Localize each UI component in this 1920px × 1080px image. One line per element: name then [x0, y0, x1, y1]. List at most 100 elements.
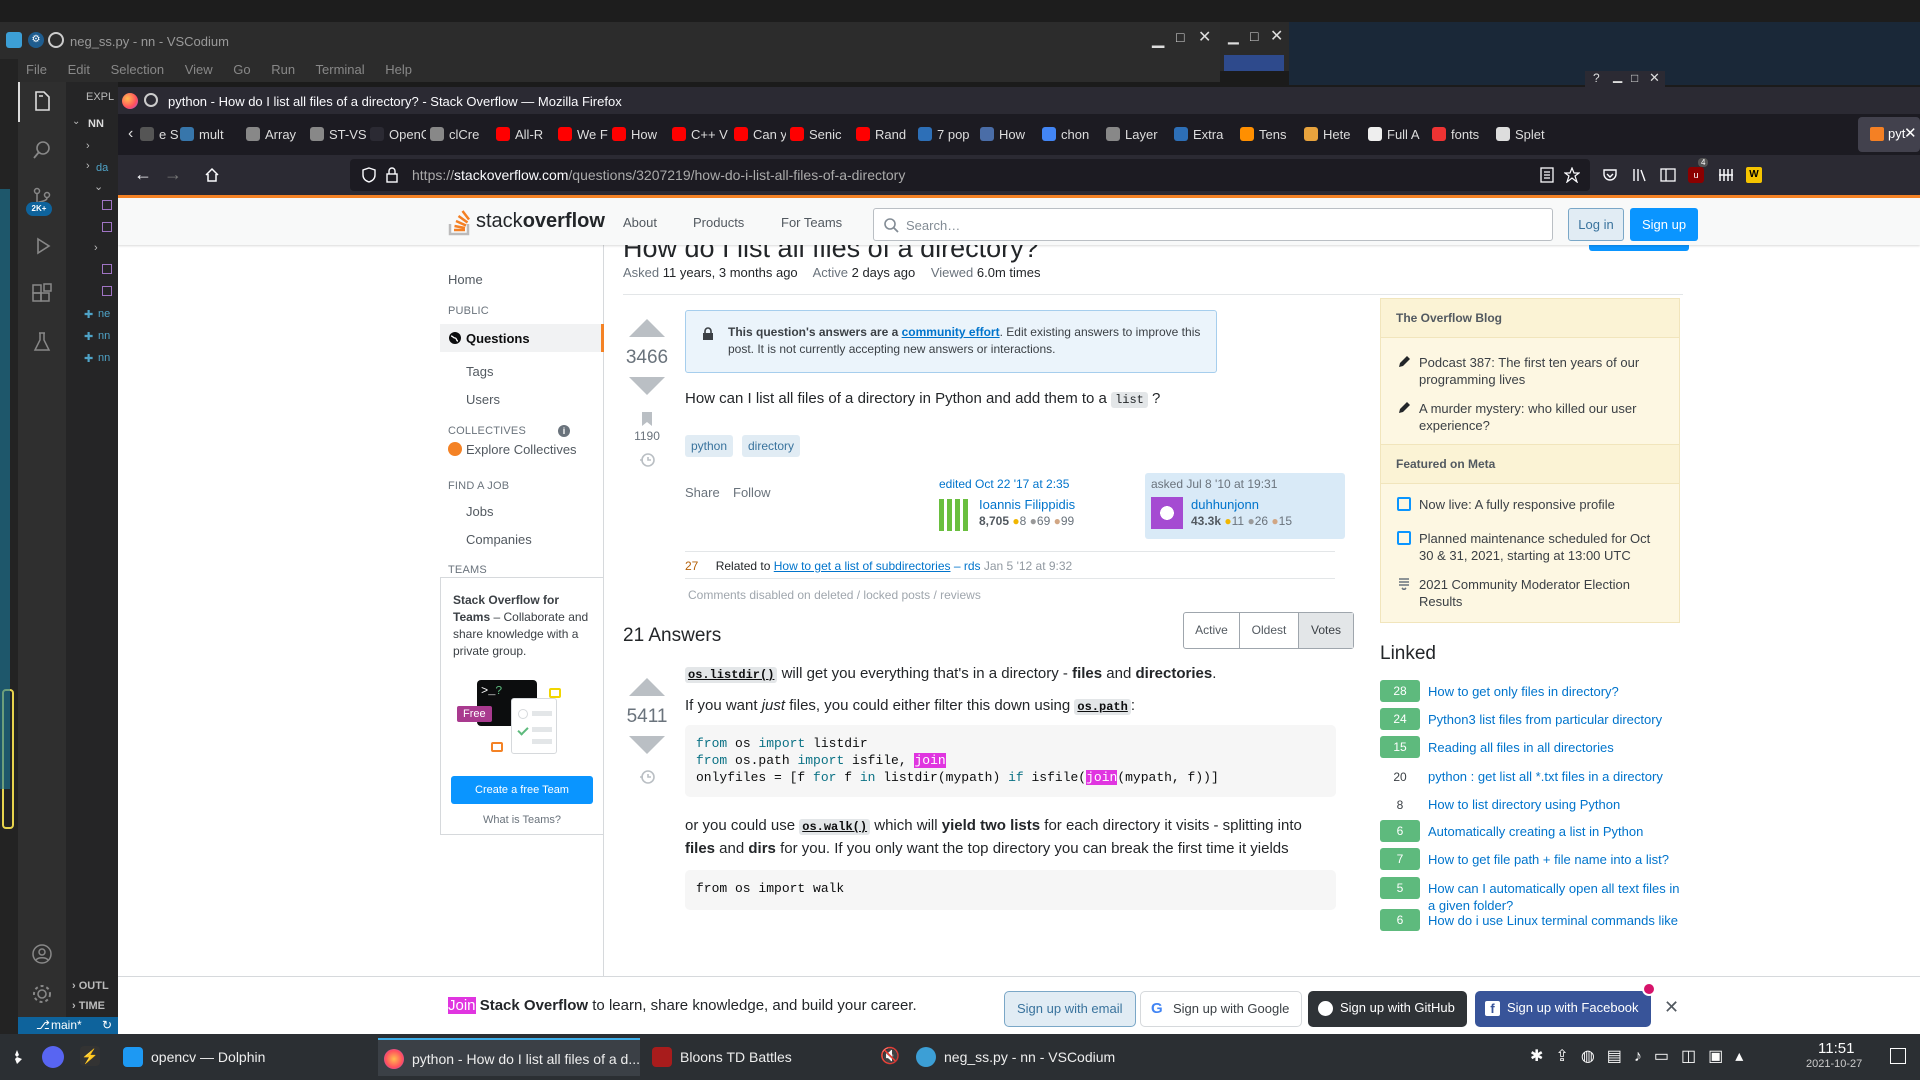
avatar[interactable] — [1151, 497, 1183, 529]
battery-icon[interactable]: ▭ — [1654, 1048, 1681, 1065]
muted-speaker-icon[interactable]: 🔇 — [880, 1046, 900, 1066]
updates-icon[interactable]: ⇪ — [1555, 1048, 1580, 1065]
menu-selection[interactable]: Selection — [111, 62, 164, 77]
outline-section[interactable]: › OUTL — [72, 980, 109, 992]
chevron-right-icon[interactable]: › — [86, 160, 90, 172]
accounts-icon[interactable] — [30, 942, 54, 966]
tab[interactable]: e S — [140, 118, 178, 151]
lock-icon[interactable] — [386, 167, 398, 183]
tab[interactable]: Rand — [856, 118, 914, 151]
back-arrow-icon[interactable]: ← — [134, 164, 152, 185]
follow-link[interactable]: Follow — [733, 485, 771, 500]
url-text[interactable]: https://stackoverflow.com/questions/3207… — [412, 167, 905, 183]
minimize-icon[interactable]: ▁ — [1613, 69, 1622, 83]
settings-gear-icon[interactable] — [30, 982, 54, 1006]
network-icon[interactable]: ◫ — [1681, 1048, 1708, 1065]
timeline-section[interactable]: › TIME — [72, 1000, 105, 1012]
tag-directory[interactable]: directory — [742, 435, 801, 457]
file-icon[interactable] — [102, 286, 112, 296]
maximize-icon[interactable]: □ — [1631, 71, 1638, 85]
nav-explore-collectives[interactable]: Explore Collectives — [466, 442, 577, 457]
library-icon[interactable] — [1632, 167, 1648, 183]
tab[interactable]: ST-VS — [310, 118, 366, 151]
minimize-icon[interactable]: ▁ — [1152, 29, 1164, 49]
share-link[interactable]: Share — [685, 485, 720, 500]
edited-time-link[interactable]: edited Oct 22 '17 at 2:35 — [939, 477, 1069, 491]
pin-icon[interactable] — [144, 93, 158, 107]
history-icon[interactable] — [638, 451, 656, 469]
banner-close-icon[interactable]: ✕ — [1664, 997, 1679, 1018]
file-icon[interactable] — [102, 200, 112, 210]
url-bar[interactable]: https://stackoverflow.com/questions/3207… — [350, 159, 1590, 191]
app-menu-icon[interactable]: ⚙ — [28, 32, 44, 48]
extension-grid-icon[interactable] — [1718, 167, 1734, 183]
tab[interactable]: We F — [558, 118, 608, 151]
linked-question-link[interactable]: Python3 list files from particular direc… — [1428, 711, 1680, 728]
clock-date[interactable]: 2021-10-27 — [1806, 1058, 1862, 1070]
linked-question-score[interactable]: 28 — [1380, 680, 1420, 702]
stackoverflow-logo-icon[interactable] — [448, 206, 474, 236]
forward-arrow-icon[interactable]: → — [164, 164, 182, 185]
tag-python[interactable]: python — [685, 435, 734, 457]
tab[interactable]: C++ V — [672, 118, 730, 151]
nav-products[interactable]: Products — [693, 215, 744, 230]
tab[interactable]: chon — [1042, 118, 1102, 151]
create-team-button[interactable]: Create a free Team — [451, 776, 593, 804]
tab[interactable]: mult — [180, 118, 240, 151]
comment-user-link[interactable]: – rds — [954, 559, 981, 573]
blog-item[interactable]: Podcast 387: The first ten years of our … — [1419, 354, 1659, 388]
sort-oldest[interactable]: Oldest — [1240, 613, 1299, 648]
tab[interactable]: clCre — [430, 118, 492, 151]
nav-jobs[interactable]: Jobs — [466, 504, 493, 519]
tab[interactable]: Extra — [1174, 118, 1236, 151]
folder-title[interactable]: NN — [88, 118, 104, 130]
tracking-shield-icon[interactable] — [362, 167, 376, 183]
menu-file[interactable]: File — [26, 62, 47, 77]
tab[interactable]: Senic — [790, 118, 850, 151]
linked-question-link[interactable]: How to list directory using Python — [1428, 796, 1680, 813]
linked-question-score[interactable]: 6 — [1380, 909, 1420, 931]
linked-question-link[interactable]: Automatically creating a list in Python — [1428, 823, 1680, 840]
code-block[interactable]: from os import listdir from os.path impo… — [685, 725, 1336, 797]
tab[interactable]: How — [980, 118, 1038, 151]
reader-view-icon[interactable] — [1540, 167, 1554, 183]
os-walk-link[interactable]: os.walk() — [799, 819, 871, 835]
home-icon[interactable] — [204, 167, 220, 183]
bookmark-star-icon[interactable] — [1564, 167, 1580, 183]
avatar[interactable] — [939, 499, 971, 531]
menu-go[interactable]: Go — [233, 62, 250, 77]
nav-companies[interactable]: Companies — [466, 532, 532, 547]
pin-icon[interactable] — [48, 32, 64, 48]
linked-question-link[interactable]: Reading all files in all directories — [1428, 739, 1680, 756]
vscodium-titlebar[interactable]: ⚙ neg_ss.py - nn - VSCodium ▁ □ ✕ — [0, 22, 1220, 59]
display-icon[interactable]: ▣ — [1708, 1048, 1735, 1065]
active-value[interactable]: 2 days ago — [852, 265, 916, 280]
nav-tags[interactable]: Tags — [466, 364, 493, 379]
signup-google-button[interactable]: G Sign up with Google — [1140, 991, 1303, 1027]
tray-expand-icon[interactable]: ▴ — [1735, 1048, 1755, 1065]
tab-close-icon[interactable]: ✕ — [1904, 124, 1917, 142]
nav-questions[interactable]: Questions — [440, 324, 604, 352]
nav-for-teams[interactable]: For Teams — [781, 215, 842, 230]
show-desktop-icon[interactable] — [1890, 1048, 1906, 1064]
signup-facebook-button[interactable]: f Sign up with Facebook — [1475, 991, 1651, 1027]
tab[interactable]: OpenCL — [370, 118, 426, 151]
comment-link[interactable]: How to get a list of subdirectories — [774, 559, 951, 573]
linked-question-score[interactable]: 15 — [1380, 736, 1420, 758]
taskbar-item-firefox[interactable]: python - How do I list all files of a d.… — [378, 1038, 640, 1076]
menu-run[interactable]: Run — [271, 62, 295, 77]
meta-item[interactable]: Planned maintenance scheduled for Oct 30… — [1419, 530, 1659, 564]
signup-github-button[interactable]: Sign up with GitHub — [1308, 991, 1467, 1027]
code-block[interactable]: from os import walk — [685, 870, 1336, 910]
tab[interactable]: Tens — [1240, 118, 1300, 151]
nav-users[interactable]: Users — [466, 392, 500, 407]
volume-icon[interactable]: ♪ — [1634, 1048, 1654, 1065]
linked-question-score[interactable]: 8 — [1380, 793, 1420, 815]
linked-question-link[interactable]: How to get only files in directory? — [1428, 683, 1680, 700]
file-icon[interactable] — [102, 222, 112, 232]
login-button[interactable]: Log in — [1568, 208, 1624, 241]
tab[interactable]: All-R — [496, 118, 554, 151]
search-icon[interactable] — [30, 138, 54, 162]
help-icon[interactable]: ? — [1593, 71, 1600, 85]
taskbar-item-bloons[interactable]: Bloons TD Battles — [646, 1038, 896, 1076]
